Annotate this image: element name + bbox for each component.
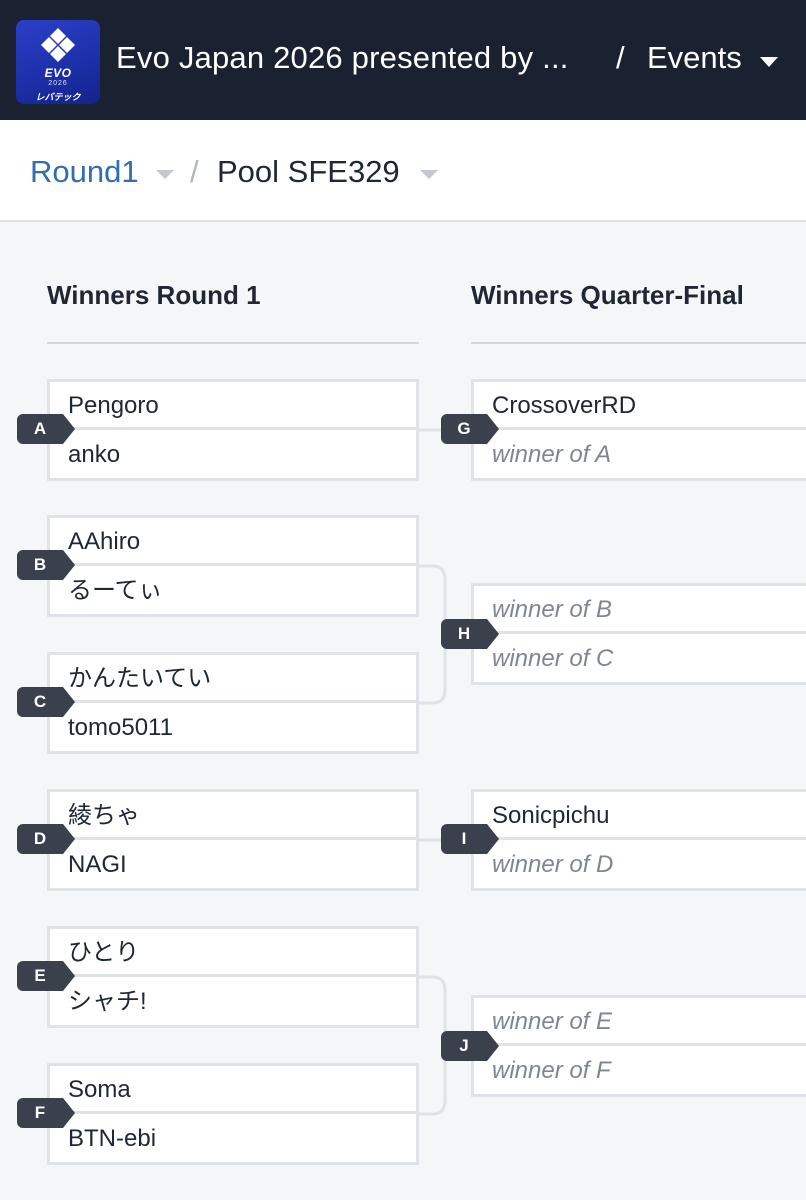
match-id-badge: J [441,1031,499,1061]
player-slot[interactable]: tomo5011 [50,704,416,752]
match-card-j[interactable]: winner of E winner of F [471,995,806,1097]
match-card-e[interactable]: ひとり シャチ! [47,926,419,1028]
placeholder-slot: winner of B [474,586,806,634]
events-chevron-down-icon[interactable] [760,57,778,67]
player-slot[interactable]: BTN-ebi [50,1115,416,1163]
match-card-f[interactable]: Soma BTN-ebi [47,1063,419,1165]
match-card-i[interactable]: Sonicpichu winner of D [471,789,806,891]
match-id-badge: A [17,414,75,444]
placeholder-slot: winner of A [492,441,612,468]
player-slot[interactable]: NAGI [50,841,416,889]
match-card-h[interactable]: winner of B winner of C [471,583,806,685]
placeholder-slot: winner of F [492,1057,611,1084]
player-slot[interactable]: 綾ちゃ [50,792,416,840]
player-slot[interactable]: AAhiro [50,518,416,566]
events-dropdown[interactable]: Events [647,40,742,76]
match-id-badge: C [17,687,75,717]
nav-separator: / [616,40,625,75]
player-slot[interactable]: ひとり [50,929,416,977]
round-header-winners-round-1: Winners Round 1 [47,280,261,310]
match-card-g[interactable]: CrossoverRD winner of A [471,379,806,481]
top-navbar: EVO 2026 レバテック Evo Japan 2026 presented … [0,0,806,120]
breadcrumb: Round1 / Pool SFE329 [0,120,806,222]
match-id-badge: F [17,1098,75,1128]
round-selector[interactable]: Round1 [30,154,139,190]
placeholder-slot: winner of C [492,645,614,672]
evo-japan-logo[interactable]: EVO 2026 レバテック [16,20,100,104]
tournament-title-link[interactable]: Evo Japan 2026 presented by ... [116,40,569,76]
player-slot[interactable]: シャチ! [50,978,416,1026]
placeholder-slot: winner of D [492,851,614,878]
logo-wordmark: EVO [44,66,72,80]
breadcrumb-separator: / [190,154,199,189]
player-slot[interactable]: かんたいてい [50,655,416,703]
match-id-badge: I [441,824,499,854]
match-id-badge: D [17,824,75,854]
player-slot[interactable]: Soma [50,1066,416,1114]
player-slot[interactable]: anko [50,431,416,479]
round-chevron-down-icon[interactable] [156,170,174,179]
match-id-badge: H [441,619,499,649]
match-id-badge: E [17,961,75,991]
logo-year: 2026 [48,80,68,87]
player-slot[interactable]: Pengoro [50,382,416,430]
match-card-c[interactable]: かんたいてい tomo5011 [47,652,419,754]
round-divider [471,342,806,344]
round-header-winners-quarter-final: Winners Quarter-Final [471,280,744,310]
round-divider [47,342,419,344]
player-slot[interactable]: Sonicpichu [474,792,806,840]
match-card-b[interactable]: AAhiro るーてぃ [47,515,419,617]
match-id-badge: G [441,414,499,444]
player-slot[interactable]: CrossoverRD [474,382,806,430]
logo-sponsor: レバテック [35,92,81,102]
placeholder-slot: winner of E [474,998,806,1046]
pool-chevron-down-icon[interactable] [420,170,438,179]
match-id-badge: B [17,550,75,580]
match-card-a[interactable]: Pengoro anko [47,379,419,481]
pool-selector[interactable]: Pool SFE329 [217,154,400,190]
evo-diamond-icon [41,28,75,62]
player-slot[interactable]: るーてぃ [50,567,416,615]
match-card-d[interactable]: 綾ちゃ NAGI [47,789,419,891]
